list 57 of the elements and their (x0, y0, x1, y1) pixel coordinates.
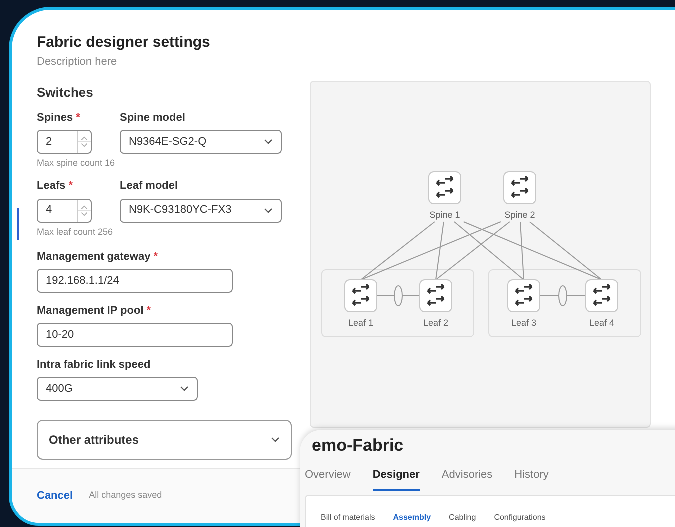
chevron-down-icon (264, 208, 273, 214)
field-label: Leafs (37, 179, 66, 194)
sub-tab[interactable]: Bill of materials (321, 513, 376, 527)
indicator-bar (17, 208, 19, 240)
hint-text: Max leaf count 256 (37, 226, 114, 238)
select-field[interactable]: N9364E-SG2-Q (120, 130, 282, 154)
hint-text: Max spine count 16 (37, 157, 116, 170)
node-label: Spine 2 (504, 210, 536, 220)
node-label: Leaf 1 (348, 318, 374, 328)
stepper-icon[interactable] (77, 200, 91, 222)
node-label: Spine 1 (430, 210, 460, 220)
input-value: 4 (45, 203, 54, 218)
field-label: Spines (37, 110, 74, 126)
number-input[interactable]: 2 (37, 130, 92, 154)
save-status: All changes saved (89, 489, 162, 502)
section-heading: Switches (37, 84, 94, 102)
select-field[interactable]: 400G (37, 377, 198, 401)
chevron-icon (271, 437, 280, 443)
port-channel-drawing (540, 286, 586, 306)
required-mark: * (154, 250, 158, 265)
field-label: Management IP pool (37, 304, 144, 319)
required-mark: * (68, 179, 74, 194)
switch-node[interactable] (420, 280, 452, 312)
number-input[interactable]: 4 (37, 198, 92, 222)
cancel-button[interactable]: Cancel (37, 488, 74, 504)
page-title: emo-Fabric (312, 435, 405, 457)
chevron-down-icon (264, 139, 273, 145)
node-label: Leaf 2 (423, 318, 449, 328)
sub-tab[interactable]: Assembly (393, 513, 432, 527)
page-tab[interactable]: History (514, 466, 549, 491)
node-label: Leaf 4 (589, 318, 615, 328)
dialog-title: Fabric designer settings (37, 34, 212, 52)
switch-node[interactable] (344, 280, 378, 312)
page-tab[interactable]: Overview (305, 466, 351, 491)
chevron-down-icon (180, 386, 189, 392)
field-label: Leaf model (120, 179, 178, 194)
node-label: Leaf 3 (511, 318, 537, 328)
field-label: Intra fabric link speed (37, 358, 151, 373)
sub-tab[interactable]: Cabling (449, 513, 476, 527)
field-label: Management gateway (37, 250, 151, 265)
field-label: Spine model (120, 110, 186, 126)
input-field[interactable]: 10-20 (37, 323, 233, 347)
dialog-description: Description here (37, 55, 118, 70)
switch-node[interactable] (428, 172, 462, 204)
switch-node[interactable] (508, 280, 540, 312)
input-field[interactable]: 192.168.1.1/24 (37, 269, 233, 293)
sub-tab[interactable]: Configurations (494, 513, 546, 527)
required-mark: * (76, 110, 80, 126)
input-value: 2 (45, 134, 54, 150)
port-channel-drawing (376, 286, 420, 306)
select-field[interactable]: N9K-C93180YC-FX3 (120, 198, 282, 222)
switch-node[interactable] (504, 172, 536, 204)
switch-node[interactable] (586, 280, 618, 312)
page-tab[interactable]: Designer (372, 466, 420, 491)
required-mark: * (146, 304, 152, 319)
accordion-header[interactable]: Other attributes (37, 420, 292, 460)
page-tab[interactable]: Advisories (442, 466, 493, 491)
